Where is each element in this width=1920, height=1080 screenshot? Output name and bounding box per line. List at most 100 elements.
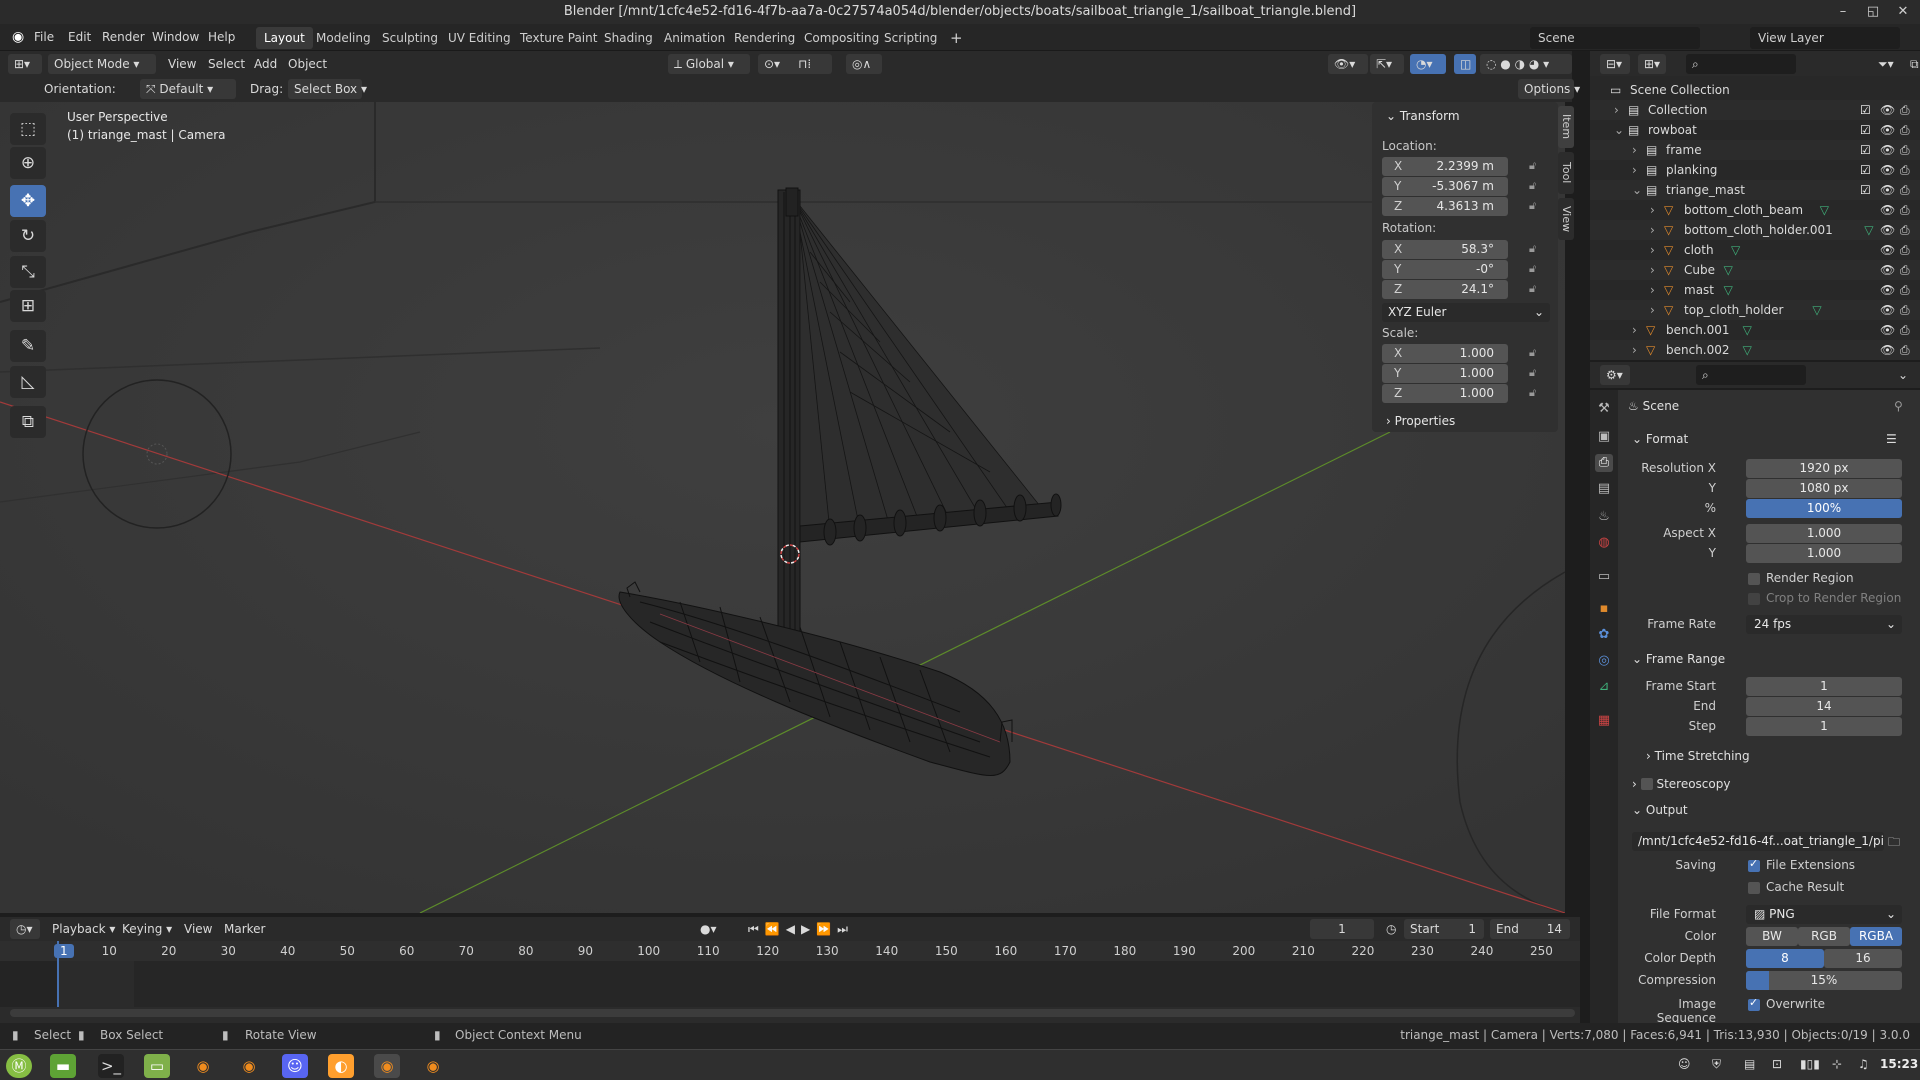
blender-logo-icon[interactable]: ◉: [6, 24, 30, 51]
color-rgb-button[interactable]: RGB: [1798, 927, 1850, 946]
rotation-mode-selector[interactable]: XYZ Euler ⌄: [1382, 303, 1550, 322]
move-icon[interactable]: ✥: [10, 185, 46, 217]
stereoscopy-header[interactable]: › Stereoscopy: [1632, 776, 1730, 791]
editor-type-icon[interactable]: ⊟▾: [1600, 54, 1630, 74]
time-stretching-header[interactable]: › Time Stretching: [1646, 749, 1750, 763]
disclosure-chevron-icon[interactable]: ›: [1632, 140, 1637, 160]
outliner-row[interactable]: › ▽ mast ▽ 👁︎ ⎙: [1590, 280, 1920, 300]
resolution-y-field[interactable]: 1080 px: [1746, 479, 1902, 498]
clock[interactable]: 15:23: [1880, 1057, 1918, 1071]
eye-icon[interactable]: 👁︎: [1880, 260, 1895, 280]
render-camera-icon[interactable]: ⎙: [1900, 300, 1910, 320]
cursor-icon[interactable]: ⊕: [10, 147, 46, 179]
lock-icon[interactable]: 🔓︎: [1529, 242, 1536, 256]
display-mode-icon[interactable]: ⊞▾: [1638, 54, 1666, 74]
exclude-checkbox[interactable]: ☑: [1860, 140, 1871, 160]
tab-view[interactable]: View: [1558, 198, 1574, 240]
mesh-data-icon[interactable]: ▽: [1864, 220, 1873, 240]
output-path-field[interactable]: /mnt/1cfc4e52-fd16-4f...oat_triangle_1/p…: [1632, 832, 1884, 851]
menu-add[interactable]: Add: [254, 54, 277, 74]
folder-icon[interactable]: 🗀: [1888, 833, 1900, 854]
render-tab-icon[interactable]: ▣: [1595, 428, 1613, 446]
tab-modeling[interactable]: Modeling: [308, 27, 379, 49]
disclosure-chevron-icon[interactable]: ›: [1650, 220, 1655, 240]
add-cube-icon[interactable]: ⧉: [10, 406, 46, 438]
overwrite-checkbox[interactable]: [1748, 996, 1760, 1011]
files-icon[interactable]: ▬: [50, 1054, 76, 1078]
timeline-body[interactable]: [0, 941, 1580, 1023]
menu-file[interactable]: File: [28, 24, 60, 51]
mesh-data-icon[interactable]: ▽: [1724, 280, 1733, 300]
render-camera-icon[interactable]: ⎙: [1900, 220, 1910, 240]
modifier-tab-icon[interactable]: ✿: [1595, 626, 1613, 644]
frame-end-field[interactable]: 14: [1746, 697, 1902, 716]
world-tab-icon[interactable]: ◍: [1595, 534, 1613, 552]
blender-icon[interactable]: ◉: [236, 1054, 262, 1078]
menu-select[interactable]: Select: [208, 54, 245, 74]
menu-playback[interactable]: Playback ▾: [52, 919, 115, 939]
options-button[interactable]: Options ▾: [1518, 79, 1580, 99]
lock-icon[interactable]: 🔓︎: [1529, 346, 1536, 360]
disclosure-chevron-icon[interactable]: ›: [1650, 280, 1655, 300]
preview-range-icon[interactable]: ◷: [1386, 919, 1396, 939]
exclude-checkbox[interactable]: ☑: [1860, 100, 1871, 120]
eye-icon[interactable]: 👁︎: [1880, 240, 1895, 260]
properties-panel-title[interactable]: › Properties: [1386, 414, 1455, 428]
texture-tab-icon[interactable]: ▦: [1595, 712, 1613, 730]
depth-16-button[interactable]: 16: [1824, 949, 1902, 968]
crop-checkbox[interactable]: [1748, 593, 1760, 605]
scale-z-field[interactable]: Z 1.000: [1382, 384, 1508, 403]
network-icon[interactable]: ⊹: [1832, 1057, 1842, 1071]
file-format-selector[interactable]: ▨ PNG ⌄: [1746, 905, 1902, 924]
scale-y-field[interactable]: Y 1.000: [1382, 364, 1508, 383]
render-camera-icon[interactable]: ⎙: [1900, 260, 1910, 280]
disclosure-chevron-icon[interactable]: ›: [1632, 320, 1637, 340]
render-camera-icon[interactable]: ⎙: [1900, 280, 1910, 300]
mesh-data-icon[interactable]: ▽: [1743, 320, 1752, 340]
orientation-selector[interactable]: ⤧ Default ▾: [140, 79, 236, 99]
rotation-z-field[interactable]: Z 24.1°: [1382, 280, 1508, 299]
location-y-field[interactable]: Y -5.3067 m: [1382, 177, 1508, 196]
scene-selector[interactable]: Scene: [1530, 27, 1700, 49]
aspect-y-field[interactable]: 1.000: [1746, 544, 1902, 563]
outliner-row[interactable]: › ▽ Cube ▽ 👁︎ ⎙: [1590, 260, 1920, 280]
outliner-row[interactable]: ▭ Scene Collection: [1590, 80, 1920, 100]
menu-view[interactable]: View: [184, 919, 212, 939]
start-frame-field[interactable]: Start 1: [1404, 919, 1484, 939]
mode-selector[interactable]: Object Mode ▾: [48, 54, 156, 74]
lock-icon[interactable]: 🔓︎: [1529, 159, 1536, 173]
terminal-icon[interactable]: >_: [98, 1054, 124, 1078]
menu-help[interactable]: Help: [202, 24, 241, 51]
mesh-data-icon[interactable]: ▽: [1731, 240, 1740, 260]
discord-icon[interactable]: ☺: [282, 1054, 308, 1078]
outliner-row[interactable]: › ▽ bench.001 ▽ 👁︎ ⎙: [1590, 320, 1920, 340]
outliner-row[interactable]: › ▽ cloth ▽ 👁︎ ⎙: [1590, 240, 1920, 260]
overlays-icon[interactable]: ◔▾: [1410, 54, 1446, 74]
outliner-row[interactable]: › ▤ frame ☑ 👁︎ ⎙: [1590, 140, 1920, 160]
eye-icon[interactable]: 👁︎: [1880, 200, 1895, 220]
eye-icon[interactable]: 👁︎: [1880, 340, 1895, 360]
outliner-row[interactable]: › ▤ Collection ☑ 👁︎ ⎙: [1590, 100, 1920, 120]
mesh-data-icon[interactable]: ▽: [1820, 200, 1829, 220]
frame-range-section-header[interactable]: ⌄ Frame Range: [1632, 652, 1725, 666]
outliner-row[interactable]: › ▽ bench.002 ▽ 👁︎ ⎙: [1590, 340, 1920, 360]
physics-tab-icon[interactable]: ◎: [1595, 652, 1613, 670]
disclosure-chevron-icon[interactable]: ›: [1650, 260, 1655, 280]
exclude-checkbox[interactable]: ☑: [1860, 180, 1871, 200]
proportional-edit-icon[interactable]: ◎∧: [846, 54, 882, 74]
eye-icon[interactable]: 👁︎: [1880, 160, 1895, 180]
blender-icon[interactable]: ◉: [374, 1054, 400, 1078]
outliner-row[interactable]: ⌄ ▤ rowboat ☑ 👁︎ ⎙: [1590, 120, 1920, 140]
stereoscopy-checkbox[interactable]: [1640, 778, 1653, 790]
view-layer-selector[interactable]: View Layer: [1750, 27, 1900, 49]
lock-icon[interactable]: 🔓︎: [1529, 282, 1536, 296]
update-icon[interactable]: ⊡: [1772, 1057, 1782, 1071]
outliner-row[interactable]: › ▤ planking ☑ 👁︎ ⎙: [1590, 160, 1920, 180]
lock-icon[interactable]: 🔓︎: [1529, 366, 1536, 380]
color-rgba-button[interactable]: RGBA: [1850, 927, 1902, 946]
scale-x-field[interactable]: X 1.000: [1382, 344, 1508, 363]
outliner-row[interactable]: › ▽ bottom_cloth_beam ▽ 👁︎ ⎙: [1590, 200, 1920, 220]
xray-icon[interactable]: ◫: [1454, 54, 1476, 74]
tab-animation[interactable]: Animation: [656, 27, 733, 49]
lock-icon[interactable]: 🔓︎: [1529, 199, 1536, 213]
